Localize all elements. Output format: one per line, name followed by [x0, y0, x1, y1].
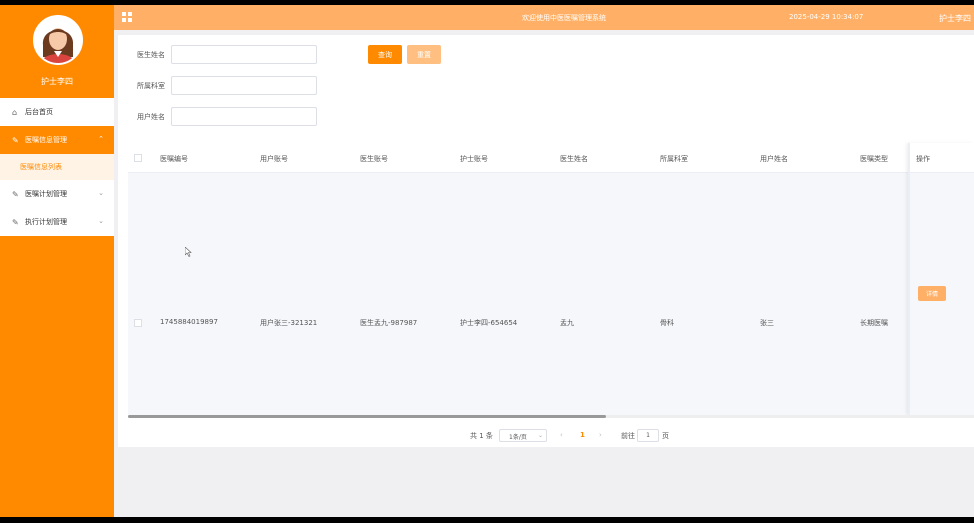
goto-label: 前往: [621, 432, 635, 440]
edit-icon: ✎: [12, 189, 19, 199]
col-action: 操作: [916, 155, 930, 163]
cell-doctor-account: 医生孟九-987987: [360, 319, 418, 327]
scrollbar-thumb[interactable]: [128, 415, 606, 418]
sidebar: 护士李四 ⌂ 后台首页 ✎ 医嘱信息管理 ⌃ 医嘱信息列表 ✎ 医嘱计划管理 ⌄…: [0, 5, 114, 517]
reset-button[interactable]: 重置: [407, 45, 441, 64]
menu-grid-icon[interactable]: [122, 12, 132, 22]
main-content: 医生姓名 所属科室 用户姓名 查询 重置 医嘱编号 用户账号 医生账号 护士账号…: [118, 35, 974, 447]
header-user[interactable]: 护士李四: [939, 13, 971, 24]
mouse-cursor-icon: [185, 247, 192, 257]
header-datetime: 2025-04-29 10:34:07: [789, 13, 864, 21]
chevron-up-icon: ⌃: [98, 135, 104, 143]
sidebar-username: 护士李四: [41, 77, 73, 86]
top-header: 欢迎使用中医医嘱管理系统 2025-04-29 10:34:07 护士李四: [114, 5, 974, 30]
cell-doctor-name: 孟九: [560, 319, 574, 327]
user-name-input[interactable]: [171, 107, 317, 126]
department-input[interactable]: [171, 76, 317, 95]
col-user-name: 用户姓名: [760, 155, 788, 163]
row-checkbox[interactable]: [134, 319, 142, 327]
sidebar-item-label: 医嘱信息管理: [25, 136, 67, 144]
orders-table: 医嘱编号 用户账号 医生账号 护士账号 医生姓名 所属科室 用户姓名 医嘱类型 …: [128, 143, 974, 415]
sidebar-item-label: 执行计划管理: [25, 218, 67, 226]
sidebar-item-order-info[interactable]: ✎ 医嘱信息管理 ⌃: [0, 126, 114, 154]
chevron-down-icon: ⌄: [98, 217, 104, 225]
col-department: 所属科室: [660, 155, 688, 163]
page-size-select[interactable]: 1条/页 ⌄: [499, 429, 547, 442]
page-size-value: 1条/页: [509, 434, 527, 441]
doctor-name-label: 医生姓名: [137, 51, 165, 59]
query-button[interactable]: 查询: [368, 45, 402, 64]
pagination-total: 共 1 条: [470, 432, 493, 440]
sidebar-subitem-order-list[interactable]: 医嘱信息列表: [0, 154, 114, 180]
cell-department: 骨科: [660, 319, 674, 327]
home-icon: ⌂: [12, 107, 18, 117]
col-nurse-account: 护士账号: [460, 155, 488, 163]
col-order-type: 医嘱类型: [860, 155, 888, 163]
col-doctor-name: 医生姓名: [560, 155, 588, 163]
table-horizontal-scrollbar[interactable]: [128, 415, 974, 418]
app-window: 护士李四 ⌂ 后台首页 ✎ 医嘱信息管理 ⌃ 医嘱信息列表 ✎ 医嘱计划管理 ⌄…: [0, 5, 974, 517]
table-header: 医嘱编号 用户账号 医生账号 护士账号 医生姓名 所属科室 用户姓名 医嘱类型: [128, 143, 974, 173]
goto-page-input[interactable]: 1: [637, 429, 659, 442]
cell-user-account: 用户张三-321321: [260, 319, 318, 327]
doctor-name-input[interactable]: [171, 45, 317, 64]
sidebar-subitem-label: 医嘱信息列表: [20, 163, 62, 171]
chevron-down-icon: ⌄: [98, 189, 104, 197]
next-page-icon[interactable]: ›: [599, 431, 602, 439]
sidebar-item-label: 医嘱计划管理: [25, 190, 67, 198]
chevron-down-icon: ⌄: [537, 432, 543, 439]
page-number-current[interactable]: 1: [580, 431, 585, 439]
department-label: 所属科室: [137, 82, 165, 90]
edit-icon: ✎: [12, 217, 19, 227]
col-doctor-account: 医生账号: [360, 155, 388, 163]
sidebar-item-order-plan[interactable]: ✎ 医嘱计划管理 ⌄: [0, 180, 114, 208]
sidebar-item-home[interactable]: ⌂ 后台首页: [0, 98, 114, 126]
avatar: [33, 15, 83, 65]
action-column-header: 操作: [910, 143, 974, 173]
cell-nurse-account: 护士李四-654654: [460, 319, 518, 327]
sidebar-item-label: 后台首页: [25, 108, 53, 116]
cell-user-name: 张三: [760, 319, 774, 327]
action-column: 操作 详情: [908, 143, 974, 415]
prev-page-icon[interactable]: ‹: [560, 431, 563, 439]
cell-order-type: 长期医嘱: [860, 319, 888, 327]
header-title: 欢迎使用中医医嘱管理系统: [522, 14, 606, 22]
sidebar-menu: ⌂ 后台首页 ✎ 医嘱信息管理 ⌃ 医嘱信息列表 ✎ 医嘱计划管理 ⌄ ✎ 执行…: [0, 98, 114, 236]
avatar-image: [35, 17, 81, 63]
cell-order-no: 1745884019897: [160, 318, 218, 326]
col-user-account: 用户账号: [260, 155, 288, 163]
select-all-checkbox[interactable]: [134, 154, 142, 162]
page-unit-label: 页: [662, 432, 669, 440]
edit-icon: ✎: [12, 135, 19, 145]
user-name-label: 用户姓名: [137, 113, 165, 121]
sidebar-item-exec-plan[interactable]: ✎ 执行计划管理 ⌄: [0, 208, 114, 236]
table-row[interactable]: 1745884019897 用户张三-321321 医生孟九-987987 护士…: [128, 173, 908, 415]
detail-button[interactable]: 详情: [918, 286, 946, 301]
col-order-no: 医嘱编号: [160, 155, 188, 163]
